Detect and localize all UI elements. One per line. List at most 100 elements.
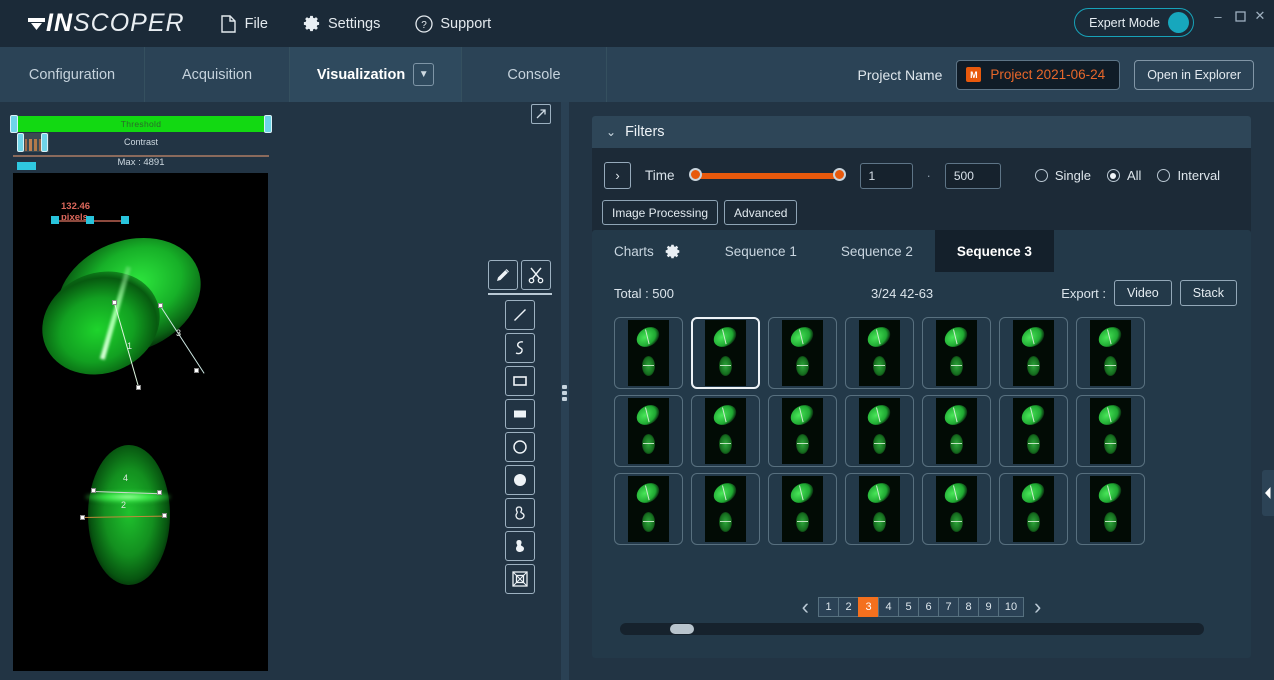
radio-all[interactable]: All [1107,168,1141,183]
thumbnail-7[interactable] [1076,317,1145,389]
pagination-page-4[interactable]: 4 [878,597,899,617]
circle-filled-icon[interactable] [505,465,535,495]
gear-icon[interactable] [664,243,681,260]
horizontal-scrollbar[interactable] [620,623,1204,635]
pagination-page-8[interactable]: 8 [958,597,979,617]
rectangle-filled-icon[interactable] [505,399,535,429]
menu-settings[interactable]: Settings [302,14,380,33]
thumbnail-5[interactable] [922,317,991,389]
thumbnail-11[interactable] [845,395,914,467]
ruler-point-left[interactable] [51,216,59,224]
freehand-line-icon[interactable] [505,333,535,363]
expand-filter-button[interactable]: › [604,162,631,189]
threshold-handle-left[interactable] [10,115,18,133]
thumbnail-1[interactable] [614,317,683,389]
contrast-slider[interactable]: Contrast [13,133,269,153]
thumbnail-13[interactable] [999,395,1068,467]
scissors-icon[interactable] [521,260,551,290]
thumbnail-20[interactable] [999,473,1068,545]
measurement-2-point-a[interactable] [80,515,85,520]
open-in-explorer-button[interactable]: Open in Explorer [1134,60,1254,90]
thumbnail-10[interactable] [768,395,837,467]
svg-text:?: ? [421,20,427,31]
tab-sequence-2[interactable]: Sequence 2 [819,230,935,272]
pagination-next[interactable]: › [1030,596,1045,618]
advanced-button[interactable]: Advanced [724,200,797,225]
chevron-down-icon[interactable]: ▼ [413,63,434,86]
thumbnail-2[interactable] [691,317,760,389]
chevron-down-icon[interactable]: ⌄ [606,125,616,139]
menu-support[interactable]: ? Support [414,14,491,33]
export-video-button[interactable]: Video [1114,280,1172,306]
thumbnail-14[interactable] [1076,395,1145,467]
measurement-1-point-b[interactable] [136,385,141,390]
thumbnail-9[interactable] [691,395,760,467]
blob-outline-icon[interactable] [505,498,535,528]
pagination-page-1[interactable]: 1 [818,597,839,617]
thumbnail-21[interactable] [1076,473,1145,545]
scrollbar-thumb[interactable] [670,624,694,634]
nav-tab-visualization[interactable]: Visualization ▼ [290,47,462,102]
pagination-page-3[interactable]: 3 [858,597,879,617]
window-close[interactable]: ✕ [1248,4,1272,28]
expert-mode-toggle[interactable]: Expert Mode [1074,8,1194,37]
nav-tab-acquisition[interactable]: Acquisition [145,47,290,102]
window-minimize[interactable]: – [1206,4,1230,28]
filters-header[interactable]: ⌄ Filters [592,116,1251,148]
thumbnail-15[interactable] [614,473,683,545]
pagination-prev[interactable]: ‹ [798,596,813,618]
thumbnail-3[interactable] [768,317,837,389]
time-slider-knob-min[interactable] [689,168,702,181]
nav-tab-configuration[interactable]: Configuration [0,47,145,102]
time-from-input[interactable]: 1 [860,163,913,189]
measurement-2-point-b[interactable] [162,513,167,518]
ruler-point-right[interactable] [121,216,129,224]
pencil-icon[interactable] [488,260,518,290]
max-handle[interactable] [17,162,36,170]
pagination-page-9[interactable]: 9 [978,597,999,617]
time-to-input[interactable]: 500 [945,163,1001,189]
image-processing-button[interactable]: Image Processing [602,200,718,225]
export-stack-button[interactable]: Stack [1180,280,1237,306]
thumbnail-16[interactable] [691,473,760,545]
threshold-slider[interactable]: Threshold [13,116,269,132]
time-slider-knob-max[interactable] [833,168,846,181]
tab-sequence-3[interactable]: Sequence 3 [935,230,1054,272]
crop-region-icon[interactable] [505,564,535,594]
pagination-page-6[interactable]: 6 [918,597,939,617]
thumbnail-4[interactable] [845,317,914,389]
nav-tab-console[interactable]: Console [462,47,607,102]
expand-arrow-icon[interactable] [531,104,551,124]
blob-filled-icon[interactable] [505,531,535,561]
tab-charts[interactable]: Charts [592,230,703,272]
thumbnail-8[interactable] [614,395,683,467]
measurement-4-point-b[interactable] [157,490,162,495]
measurement-1-point-a[interactable] [112,300,117,305]
thumbnail-19[interactable] [922,473,991,545]
radio-interval[interactable]: Interval [1157,168,1220,183]
time-range-slider[interactable] [695,173,840,179]
radio-single[interactable]: Single [1035,168,1091,183]
pagination-page-2[interactable]: 2 [838,597,859,617]
thumbnail-17[interactable] [768,473,837,545]
splitter-drag-handle[interactable] [562,385,567,401]
pagination-page-10[interactable]: 10 [998,597,1024,617]
thumbnail-12[interactable] [922,395,991,467]
thumbnail-6[interactable] [999,317,1068,389]
project-selector[interactable]: M Project 2021-06-24 [956,60,1120,90]
measurement-3-point-a[interactable] [158,303,163,308]
pagination-page-7[interactable]: 7 [938,597,959,617]
measurement-3-point-b[interactable] [194,368,199,373]
microscopy-image[interactable]: 132.46 pixels 1 3 [13,173,268,671]
tab-sequence-1[interactable]: Sequence 1 [703,230,819,272]
collapse-panel-button[interactable] [1262,470,1274,516]
threshold-handle-right[interactable] [264,115,272,133]
circle-outline-icon[interactable] [505,432,535,462]
pagination-page-5[interactable]: 5 [898,597,919,617]
menu-file[interactable]: File [219,14,268,33]
rectangle-outline-icon[interactable] [505,366,535,396]
thumbnail-18[interactable] [845,473,914,545]
ruler-point-mid[interactable] [86,216,94,224]
line-icon[interactable] [505,300,535,330]
measurement-4-point-a[interactable] [91,488,96,493]
